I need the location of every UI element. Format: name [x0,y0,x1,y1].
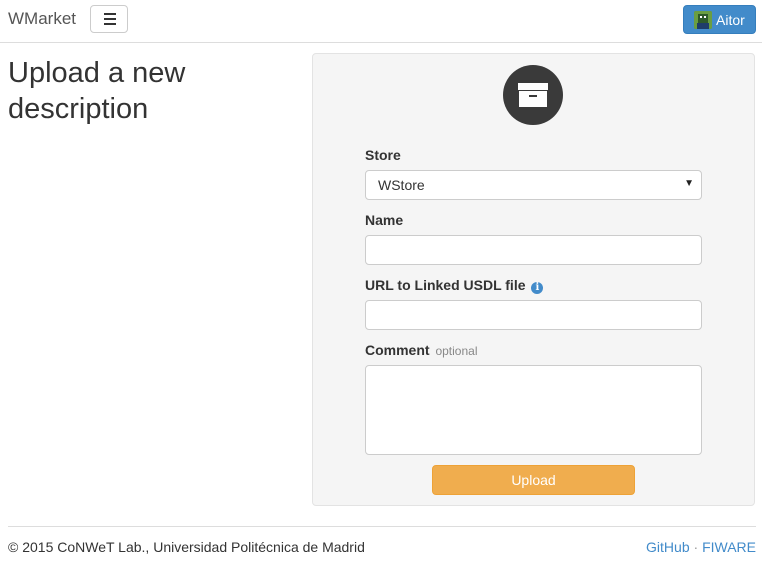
menu-toggle-button[interactable] [90,5,128,33]
github-link[interactable]: GitHub [646,539,690,555]
footer-copyright: © 2015 CoNWeT Lab., Universidad Politécn… [8,539,365,555]
comment-label-text: Comment [365,342,430,358]
url-label: URL to Linked USDL file i [365,277,544,294]
name-input[interactable] [365,235,702,265]
user-menu-button[interactable]: Aitor [683,5,756,34]
comment-label: Comment optional [365,342,478,358]
page-title: Upload a new description [8,57,186,125]
chevron-down-icon: ▼ [684,178,694,189]
brand-link[interactable]: WMarket [8,9,76,29]
name-label: Name [365,212,404,228]
top-navbar: WMarket Aitor [0,0,762,43]
comment-textarea[interactable] [365,365,702,455]
user-avatar-icon [694,11,712,29]
store-label: Store [365,147,401,163]
footer-links: GitHub · FIWARE [646,539,756,555]
footer-divider [8,526,756,527]
upload-button[interactable]: Upload [432,465,635,495]
upload-form-panel: Store WStore ▼ Name URL to Linked USDL f… [312,53,755,506]
store-select[interactable]: WStore ▼ [365,170,702,200]
info-icon[interactable]: i [531,282,544,294]
comment-optional-hint: optional [435,344,478,358]
fiware-link[interactable]: FIWARE [702,539,756,555]
store-selected-value: WStore [378,177,425,193]
archive-box-icon [503,65,563,125]
user-name: Aitor [716,12,745,28]
url-input[interactable] [365,300,702,330]
footer-separator: · [693,539,699,555]
url-label-text: URL to Linked USDL file [365,277,526,293]
